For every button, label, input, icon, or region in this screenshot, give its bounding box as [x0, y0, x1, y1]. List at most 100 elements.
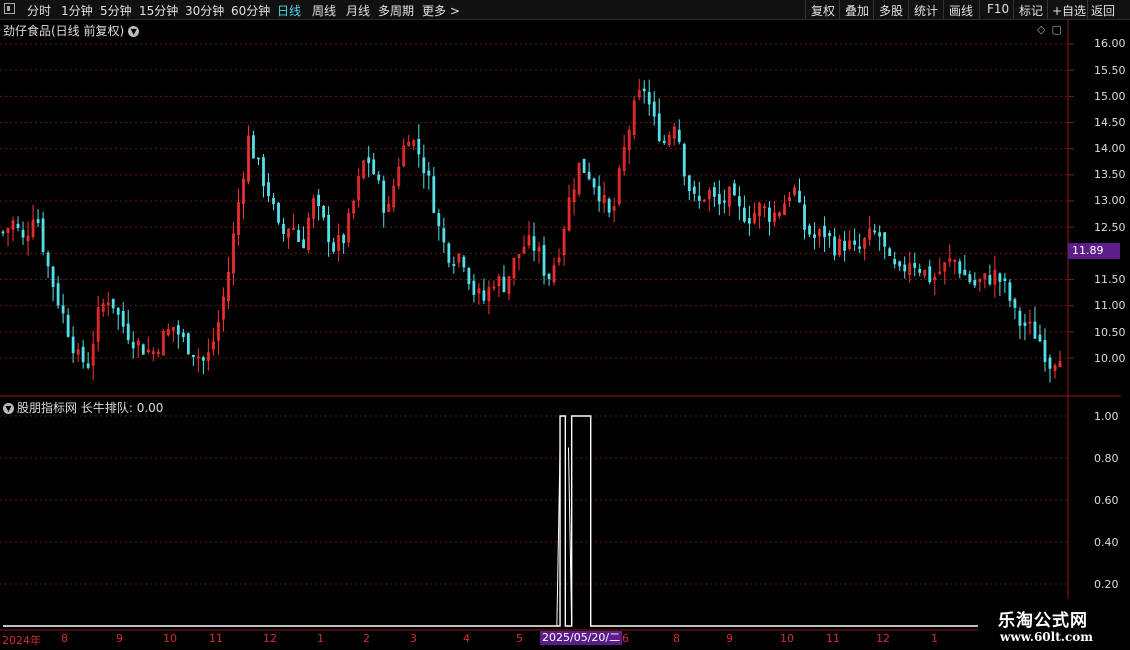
chevron-down-icon[interactable]: ▼ — [3, 403, 14, 414]
candle-body — [482, 290, 486, 301]
candle-body — [1008, 282, 1012, 301]
time-axis-label: 4 — [463, 632, 470, 645]
candle-body — [367, 157, 371, 164]
candle-body — [141, 344, 145, 355]
time-axis-label: 10 — [780, 632, 794, 645]
time-axis-label: 6 — [622, 632, 629, 645]
candle-body — [422, 157, 426, 174]
candle-body — [257, 157, 260, 160]
candlestick-series — [1, 78, 1062, 383]
candle-body — [502, 276, 506, 292]
candle-body — [332, 242, 336, 252]
candle-body — [843, 240, 846, 251]
time-axis-label: 1 — [931, 632, 938, 645]
candle-body — [657, 113, 661, 141]
cursor-date-tag: 2025/05/20/二 — [540, 631, 623, 645]
grid-lines — [0, 43, 1074, 585]
candle-body — [652, 101, 656, 117]
candle-body — [462, 256, 466, 268]
candle-body — [16, 223, 20, 228]
candle-body — [928, 266, 932, 282]
candle-body — [191, 354, 195, 358]
candle-body — [1033, 321, 1037, 339]
candle-body — [687, 175, 691, 191]
candle-body — [963, 269, 967, 276]
candle-body — [893, 258, 897, 265]
candle-body — [888, 248, 892, 257]
candle-body — [66, 314, 70, 337]
candle-body — [61, 305, 65, 314]
candle-body — [803, 204, 806, 230]
candle-body — [432, 176, 436, 213]
candle-body — [472, 280, 476, 295]
indicator-axis-label: 1.00 — [1094, 410, 1119, 423]
candle-body — [86, 363, 90, 368]
candle-body — [607, 198, 611, 213]
candle-body — [186, 333, 190, 355]
candle-body — [1023, 322, 1027, 326]
candle-body — [322, 205, 326, 218]
candle-body — [973, 279, 977, 286]
candle-body — [968, 274, 972, 282]
candle-body — [317, 194, 320, 207]
candle-body — [71, 336, 75, 354]
candle-body — [858, 246, 862, 249]
time-axis-label: 8 — [673, 632, 680, 645]
candle-body — [442, 228, 446, 243]
candle-body — [542, 245, 546, 276]
candle-body — [682, 143, 686, 177]
indicator-value: 0.00 — [136, 401, 164, 415]
candle-body — [1, 231, 5, 234]
candle-body — [833, 236, 836, 256]
candle-body — [808, 225, 811, 235]
candle-body — [662, 140, 666, 144]
candle-body — [592, 178, 596, 188]
candle-body — [41, 218, 45, 253]
indicator-axis-label: 0.20 — [1094, 578, 1119, 591]
candle-body — [813, 234, 816, 238]
candle-body — [262, 157, 265, 187]
candle-body — [372, 159, 376, 175]
watermark-name: 乐淘公式网 — [998, 611, 1088, 631]
indicator-name: 长牛排队: — [80, 401, 133, 415]
indicator-line-edge — [556, 447, 573, 627]
candle-body — [647, 91, 651, 105]
candle-body — [958, 261, 962, 274]
candle-body — [277, 202, 280, 223]
candle-body — [36, 219, 40, 223]
indicator-title: ▼ 股朋指标网 长牛排队: 0.00 — [3, 399, 163, 416]
candle-body — [282, 223, 285, 234]
candle-body — [272, 197, 275, 205]
candle-body — [21, 229, 25, 238]
indicator-line — [3, 415, 1060, 627]
candle-body — [642, 88, 646, 92]
candle-body — [913, 263, 917, 268]
indicator-series — [3, 415, 1060, 627]
indicator-axis-label: 0.80 — [1094, 452, 1119, 465]
side-panel-edge — [1121, 19, 1130, 650]
candle-body — [597, 186, 601, 202]
candle-body — [342, 234, 346, 244]
candle-body — [1048, 357, 1052, 369]
candle-body — [437, 213, 441, 227]
candle-body — [898, 261, 902, 267]
candle-body — [427, 170, 431, 176]
candle-body — [587, 171, 591, 180]
candle-body — [1038, 334, 1042, 342]
candle-body — [988, 275, 992, 285]
candle-body — [743, 207, 746, 222]
candle-body — [126, 323, 130, 341]
candle-body — [201, 357, 205, 361]
indicator-source: 股朋指标网 — [17, 401, 78, 415]
current-price-tag: 11.89 — [1068, 243, 1120, 259]
indicator-axis-label: 0.60 — [1094, 494, 1119, 507]
chart-canvas — [0, 19, 1121, 631]
candle-body — [382, 180, 386, 213]
candle-body — [873, 230, 877, 233]
candle-body — [377, 174, 381, 181]
time-axis-label: 5 — [516, 632, 523, 645]
candle-body — [267, 182, 270, 197]
candle-body — [176, 325, 180, 335]
candle-body — [302, 239, 305, 249]
candle-body — [447, 243, 451, 263]
